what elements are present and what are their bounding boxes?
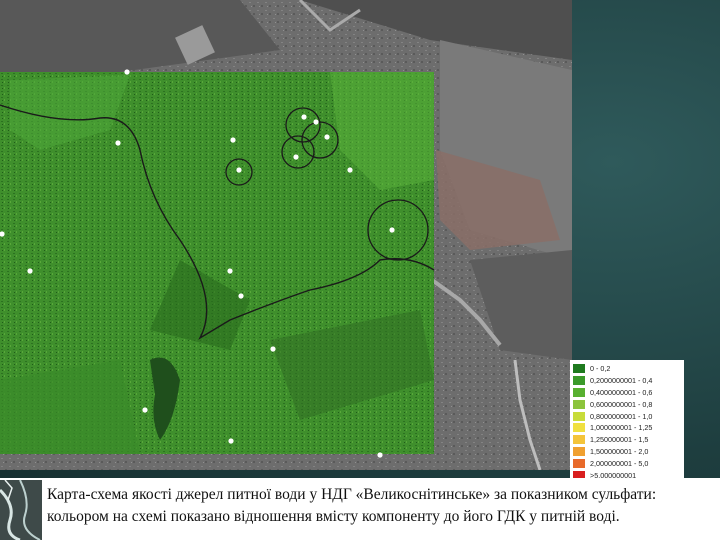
legend-swatch [573, 376, 585, 386]
legend-item: 0,8000000001 - 1,0 [573, 410, 682, 422]
well-point[interactable] [313, 119, 319, 125]
legend-item: 1,500000001 - 2,0 [573, 446, 682, 458]
legend-item: 1,000000001 - 1,25 [573, 422, 682, 434]
caption-line-1: Карта-схема якості джерел питної води у … [47, 486, 657, 503]
legend-item: 0 - 0,2 [573, 363, 682, 375]
well-point[interactable] [227, 268, 233, 274]
legend-label: 0 - 0,2 [590, 364, 611, 374]
well-point[interactable] [115, 140, 121, 146]
well-point[interactable] [230, 137, 236, 143]
map-caption: Карта-схема якості джерел питної води у … [47, 484, 717, 528]
legend-swatch [573, 423, 585, 433]
legend-label: 0,4000000001 - 0,6 [590, 387, 653, 397]
satellite-map[interactable] [0, 0, 572, 470]
well-point[interactable] [270, 346, 276, 352]
legend-label: 0,8000000001 - 1,0 [590, 411, 653, 421]
well-point[interactable] [347, 167, 353, 173]
well-point[interactable] [301, 114, 307, 120]
legend-item: 2,000000001 - 5,0 [573, 457, 682, 469]
legend-swatch [573, 446, 585, 456]
legend-swatch [573, 458, 585, 468]
well-point[interactable] [228, 438, 234, 444]
well-point[interactable] [236, 167, 242, 173]
legend-swatch [573, 387, 585, 397]
well-point[interactable] [324, 134, 330, 140]
legend-label: 1,000000001 - 1,25 [590, 423, 653, 433]
map-canvas [0, 0, 572, 470]
legend-label: 2,000000001 - 5,0 [590, 458, 649, 468]
legend-label: 1,250000001 - 1,5 [590, 435, 649, 445]
legend-swatch [573, 364, 585, 374]
well-point[interactable] [142, 407, 148, 413]
caption-line-2: кольором на схемі показано відношення вм… [47, 508, 620, 525]
legend-item: 0,6000000001 - 0,8 [573, 398, 682, 410]
legend-item: 1,250000001 - 1,5 [573, 434, 682, 446]
well-point[interactable] [124, 69, 130, 75]
legend-swatch [573, 435, 585, 445]
legend-item: 0,4000000001 - 0,6 [573, 387, 682, 399]
well-point[interactable] [293, 154, 299, 160]
well-point[interactable] [238, 293, 244, 299]
legend-swatch [573, 411, 585, 421]
map-legend: 0 - 0,2 0,2000000001 - 0,4 0,4000000001 - … [570, 360, 684, 482]
corner-thumbnail-image [0, 480, 42, 540]
well-point[interactable] [27, 268, 33, 274]
well-point[interactable] [389, 227, 395, 233]
legend-swatch [573, 399, 585, 409]
legend-label: 0,6000000001 - 0,8 [590, 399, 653, 409]
legend-item: 0,2000000001 - 0,4 [573, 375, 682, 387]
legend-label: 1,500000001 - 2,0 [590, 446, 649, 456]
well-point[interactable] [377, 452, 383, 458]
legend-label: 0,2000000001 - 0,4 [590, 376, 653, 386]
